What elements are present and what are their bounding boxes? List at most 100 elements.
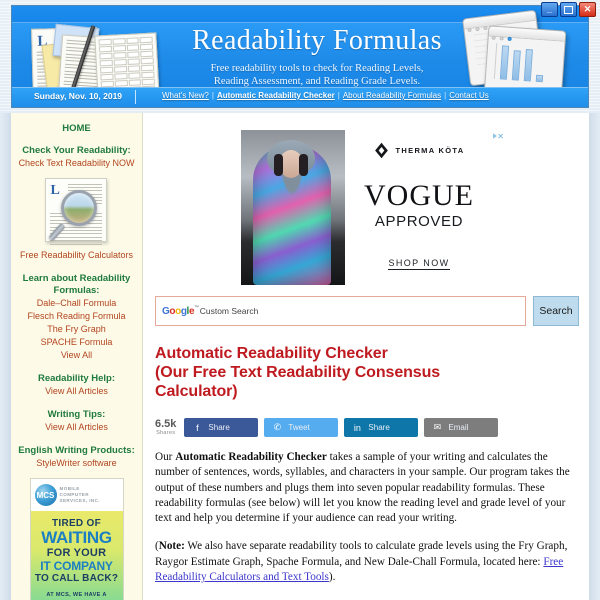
mcs-ad-line-4: IT COMPANY (40, 559, 113, 573)
page-title-line-1: Automatic Readability Checker (155, 345, 388, 362)
ad-copy-panel: THERMA KÖTA VOGUE APPROVED SHOP NOW (345, 130, 493, 285)
header-nav-links: What's New? | Automatic Readability Checke… (162, 91, 498, 100)
display-advertisement[interactable]: THERMA KÖTA VOGUE APPROVED SHOP NOW (241, 130, 493, 285)
sidebar-item-check-text-readability-now[interactable]: Check Text Readability NOW (11, 157, 142, 170)
ad-brand-row: THERMA KÖTA (374, 142, 465, 159)
nav-link-about-readability-formulas[interactable]: About Readability Formulas (343, 91, 441, 100)
tagline-line-1: Free readability tools to check for Read… (210, 63, 424, 74)
share-button-linkedin[interactable]: in Share (344, 418, 419, 437)
intro-pre: Our (155, 451, 176, 463)
page-right-margin (589, 113, 600, 600)
sidebar-heading-check-readability: Check Your Readability: (22, 145, 131, 156)
mcs-ad-line-3: FOR YOUR (46, 547, 107, 559)
page-title-line-3: Calculator) (155, 383, 238, 400)
sidebar-item-spache-formula[interactable]: SPACHE Formula (11, 336, 142, 349)
ad-subheadline: APPROVED (374, 213, 464, 230)
ad-choices-label[interactable]: ✕ (491, 132, 505, 141)
search-input[interactable]: Google™ Custom Search (155, 296, 526, 326)
mcs-ad-fineprint: AT MCS, WE HAVE A 5-MINUTE GUARANTEED (34, 591, 120, 600)
magnifier-lens-icon (60, 190, 97, 226)
nav-divider (135, 90, 136, 104)
sidebar-item-the-fry-graph[interactable]: The Fry Graph (11, 323, 142, 336)
search-button[interactable]: Search (533, 296, 579, 326)
share-button-facebook[interactable]: f Share (184, 418, 259, 437)
maximize-button[interactable] (560, 2, 577, 17)
sidebar-heading-english-writing-products: English Writing Products: (18, 445, 135, 456)
minimize-button[interactable]: _ (541, 2, 558, 17)
mcs-ad-line-5: TO CALL BACK? (34, 573, 119, 584)
mcs-logo: MCS MOBILE COMPUTER SERVICES, INC. (30, 479, 123, 511)
main-column: ✕ THERMA KÖTA VOGUE APPROVED SHOP NOW Go… (143, 113, 589, 600)
twitter-icon: ✆ (273, 422, 282, 432)
sidebar-item-dale-chall-formula[interactable]: Dale–Chall Formula (11, 297, 142, 310)
search-bar: Google™ Custom Search Search (155, 296, 579, 326)
mcs-logo-line-3: SERVICES, INC. (59, 498, 100, 503)
page-title-line-2: (Our Free Text Readability Consensus (155, 364, 441, 381)
sidebar-item-free-readability-calculators[interactable]: Free Readability Calculators (11, 249, 142, 262)
share-button-twitter[interactable]: ✆ Tweet (264, 418, 339, 437)
ad-close-icon[interactable]: ✕ (497, 132, 505, 141)
sidebar-heading-readability-help: Readability Help: (37, 373, 116, 384)
sidebar-heading-learn-line2: Formulas: (53, 285, 100, 296)
sidebar-item-writing-view-all-articles[interactable]: View All Articles (11, 421, 142, 434)
intro-bold-term: Automatic Readability Checker (175, 451, 327, 463)
ad-brand-name: THERMA KÖTA (395, 146, 465, 155)
therma-kota-logo-icon (374, 142, 388, 159)
advertisement-container: ✕ THERMA KÖTA VOGUE APPROVED SHOP NOW (241, 130, 504, 285)
share-count-value: 6.5k (155, 418, 177, 430)
ad-model-hair-right (299, 154, 308, 176)
sidebar-advertisement-mcs[interactable]: MCS MOBILE COMPUTER SERVICES, INC. TIRED… (29, 478, 124, 600)
page-root: L Readability Formulas Free readability … (0, 0, 600, 600)
trademark-glyph: ™ (194, 305, 199, 311)
mcs-ad-fineprint-1: AT MCS, WE HAVE A (46, 592, 107, 598)
window-controls: _ ✕ (541, 2, 596, 17)
site-header-banner: L Readability Formulas Free readability … (11, 5, 589, 108)
ad-model-photo (241, 130, 345, 285)
note-paragraph: (Note: We also have separate readability… (155, 539, 579, 585)
mcs-ad-line-2: WAITING (41, 528, 112, 547)
minimize-icon: _ (546, 4, 552, 14)
letter-l-glyph: L (50, 183, 60, 198)
close-icon: ✕ (583, 4, 592, 14)
facebook-icon: f (196, 422, 199, 433)
share-button-facebook-label: Share (208, 423, 230, 432)
envelope-icon: ✉ (433, 422, 442, 432)
site-title: Readability Formulas (192, 25, 442, 56)
nav-link-whats-new[interactable]: What's New? (162, 91, 209, 100)
sidebar-item-help-view-all-articles[interactable]: View All Articles (11, 385, 142, 398)
google-logo-icon: Google™ (162, 305, 199, 317)
page-title: Automatic Readability Checker (Our Free … (155, 344, 579, 401)
page-left-margin (0, 113, 11, 600)
nav-separator: | (211, 91, 214, 100)
intro-paragraph: Our Automatic Readability Checker takes … (155, 450, 579, 526)
share-button-linkedin-label: Share (368, 423, 390, 432)
sidebar-item-home[interactable]: HOME (11, 123, 142, 134)
ad-cta-shop-now[interactable]: SHOP NOW (388, 258, 450, 270)
mcs-ad-body: TIRED OF WAITING FOR YOUR IT COMPANY TO … (30, 511, 123, 600)
sidebar-item-stylewriter-software[interactable]: StyleWriter software (11, 457, 142, 470)
social-share-bar: 6.5k Shares f Share ✆ Tweet in Share ✉ E… (155, 418, 579, 437)
nav-link-contact-us[interactable]: Contact Us (449, 91, 489, 100)
share-button-email-label: Email (448, 423, 469, 432)
readability-calculator-icon[interactable]: L (39, 176, 115, 246)
ad-model-hair-left (274, 154, 283, 176)
sidebar-item-view-all-formulas[interactable]: View All (11, 349, 142, 362)
sidebar-item-flesch-reading-formula[interactable]: Flesch Reading Formula (11, 310, 142, 323)
share-count-label: Shares (156, 430, 176, 436)
nav-link-automatic-readability-checker[interactable]: Automatic Readability Checker (217, 91, 335, 100)
search-placeholder-text: Custom Search (199, 306, 259, 316)
note-text: We also have separate readability tools … (155, 540, 568, 568)
sidebar-heading-writing-tips: Writing Tips: (47, 409, 106, 420)
nav-separator: | (444, 91, 447, 100)
share-button-email[interactable]: ✉ Email (424, 418, 499, 437)
current-date: Sunday, Nov. 10, 2019 (34, 91, 123, 101)
note-close-paren: ). (328, 571, 336, 584)
share-count: 6.5k Shares (155, 418, 177, 437)
header-navbar: Sunday, Nov. 10, 2019 What's New? | Automa… (12, 87, 588, 107)
sidebar-heading-learn-line1: Learn about Readability (22, 273, 131, 284)
close-button[interactable]: ✕ (579, 2, 596, 17)
nav-separator: | (337, 91, 340, 100)
